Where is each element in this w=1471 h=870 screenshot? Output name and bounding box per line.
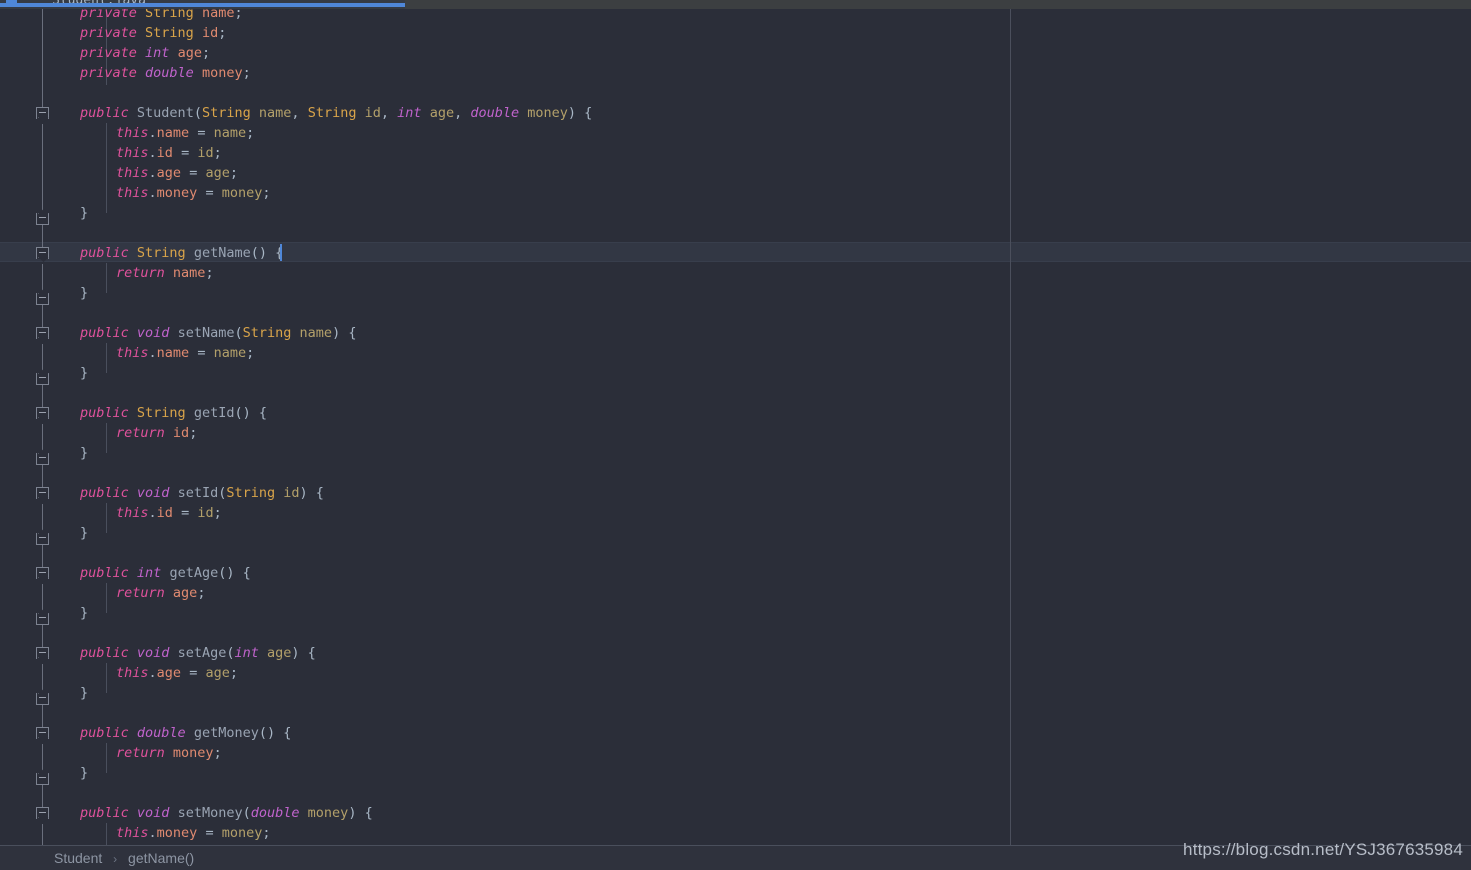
code-line[interactable]: this.name = name;: [116, 343, 254, 363]
code-line[interactable]: public void setMoney(double money) {: [80, 803, 373, 823]
code-line[interactable]: }: [80, 283, 88, 303]
code-line[interactable]: return money;: [116, 743, 222, 763]
code-line[interactable]: public String getName() {: [80, 243, 283, 263]
code-line[interactable]: }: [80, 683, 88, 703]
code-line[interactable]: public void setName(String name) {: [80, 323, 356, 343]
code-line[interactable]: private double money;: [80, 63, 251, 83]
code-line[interactable]: }: [80, 203, 88, 223]
active-tab-underline: [0, 3, 405, 7]
code-line[interactable]: }: [80, 523, 88, 543]
code-line[interactable]: return name;: [116, 263, 214, 283]
code-line[interactable]: this.name = name;: [116, 123, 254, 143]
code-text-layer[interactable]: private String name; private String id; …: [0, 9, 1471, 845]
code-line[interactable]: public int getAge() {: [80, 563, 251, 583]
code-line[interactable]: }: [80, 763, 88, 783]
code-line[interactable]: return id;: [116, 423, 197, 443]
code-line[interactable]: public void setId(String id) {: [80, 483, 324, 503]
code-line[interactable]: public Student(String name, String id, i…: [80, 103, 592, 123]
code-line[interactable]: private String name;: [80, 9, 243, 23]
editor-tab-strip: Student.java: [0, 0, 1471, 9]
text-caret: [280, 244, 282, 261]
code-line[interactable]: return age;: [116, 583, 205, 603]
code-line[interactable]: public void setAge(int age) {: [80, 643, 316, 663]
code-line[interactable]: public double getMoney() {: [80, 723, 291, 743]
code-line[interactable]: this.age = age;: [116, 163, 238, 183]
code-line[interactable]: this.money = money;: [116, 183, 271, 203]
breadcrumb-item-method[interactable]: getName(): [128, 850, 194, 866]
breadcrumb[interactable]: Student › getName(): [54, 850, 194, 866]
code-line[interactable]: private String id;: [80, 23, 226, 43]
code-line[interactable]: }: [80, 443, 88, 463]
code-line[interactable]: }: [80, 363, 88, 383]
breadcrumb-item-class[interactable]: Student: [54, 850, 102, 866]
code-line[interactable]: this.id = id;: [116, 503, 222, 523]
code-line[interactable]: private int age;: [80, 43, 210, 63]
code-line[interactable]: this.money = money;: [116, 823, 271, 843]
ide-editor-window: Student.java: [0, 0, 1471, 870]
editor-tab-student-java[interactable]: Student.java: [0, 0, 405, 9]
chevron-right-icon: ›: [113, 852, 118, 866]
code-line[interactable]: this.id = id;: [116, 143, 222, 163]
code-line[interactable]: this.age = age;: [116, 663, 238, 683]
watermark-url: https://blog.csdn.net/YSJ367635984: [1183, 840, 1463, 859]
code-line[interactable]: public String getId() {: [80, 403, 267, 423]
code-line[interactable]: }: [80, 603, 88, 623]
code-editor-area[interactable]: private String name; private String id; …: [0, 9, 1471, 845]
